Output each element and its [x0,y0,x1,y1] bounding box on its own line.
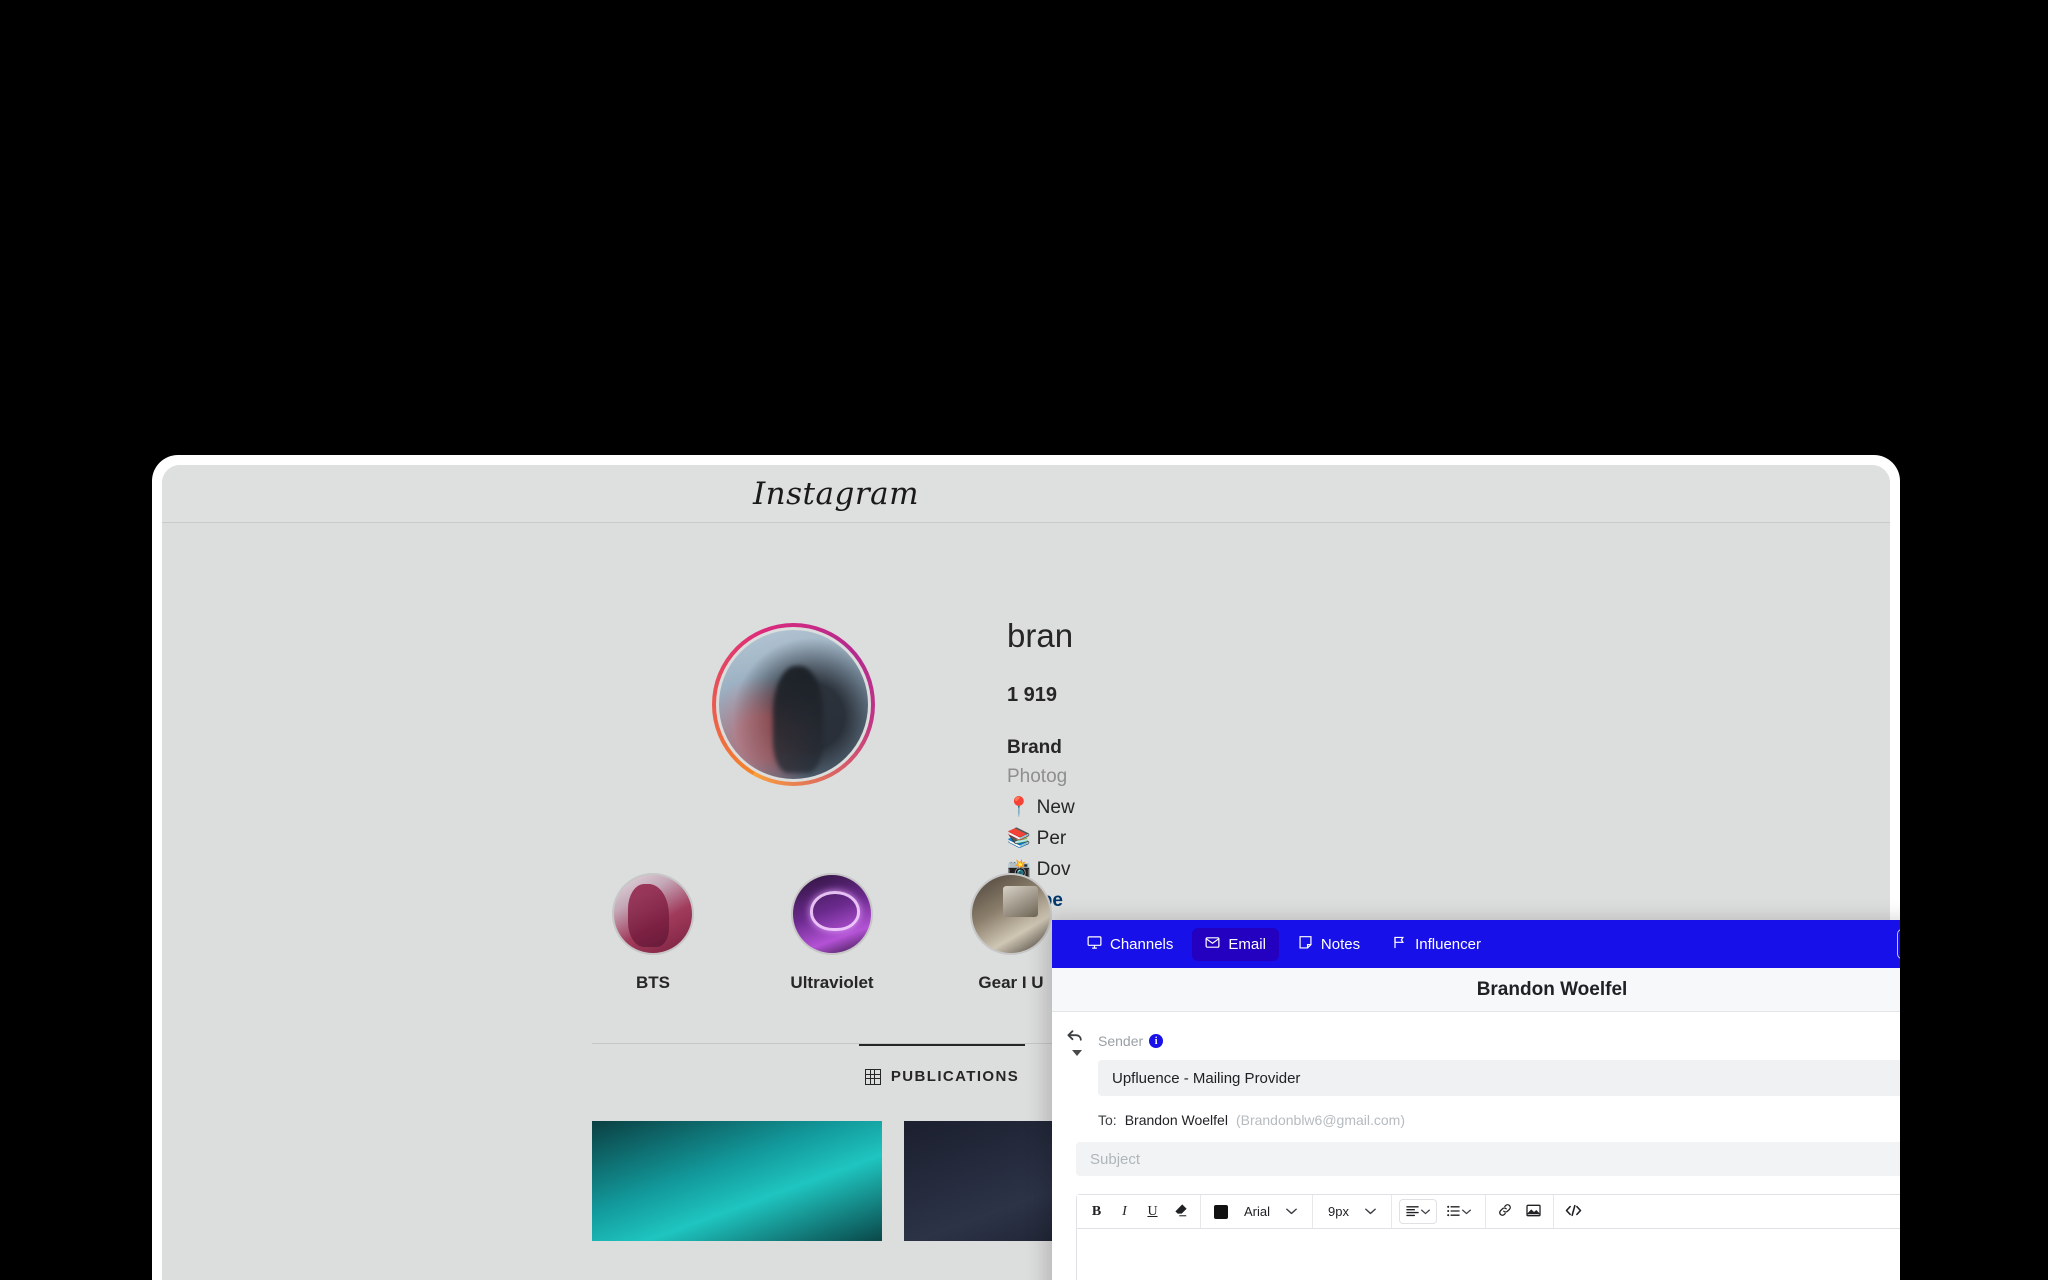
email-navbar: Channels Email Notes Influencer [1052,920,1900,968]
publication-thumbnail[interactable] [592,1121,882,1241]
sender-selected-value: Upfluence - Mailing Provider [1112,1069,1301,1087]
nav-tab-notes[interactable]: Notes [1285,928,1373,961]
bold-button[interactable]: B [1084,1199,1109,1224]
text-color-button[interactable] [1208,1199,1233,1224]
toolbar-group-size: 9px [1313,1195,1392,1228]
nav-tab-label: Notes [1320,935,1361,953]
subject-input[interactable]: Subject [1076,1142,1900,1176]
email-body-input[interactable] [1077,1229,1900,1280]
location-pin-icon: 📍 [1007,797,1031,818]
grid-icon [864,1068,881,1085]
toolbar-group-code [1554,1195,1593,1228]
to-label: To: [1098,1112,1117,1128]
rich-text-editor: B I U Arial 9px [1076,1194,1900,1280]
image-icon [1526,1204,1541,1220]
clear-format-button[interactable] [1168,1199,1193,1224]
recipient-email: (Brandonblw6@gmail.com) [1235,1112,1405,1128]
color-swatch-icon [1213,1204,1228,1219]
recipient-row: To: Brandon Woelfel (Brandonblw6@gmail.c… [1098,1112,1900,1128]
envelope-icon [1205,935,1220,954]
instagram-header: Instagram [162,465,1890,523]
tab-publications[interactable]: PUBLICATIONS [858,1044,1026,1103]
code-button[interactable] [1561,1199,1586,1224]
highlight-cover-gear [970,873,1052,955]
flag-icon [1392,935,1407,954]
align-left-icon [1406,1204,1419,1220]
highlight-label: Ultraviolet [790,973,874,992]
eraser-icon [1174,1203,1188,1220]
story-highlight-ultraviolet[interactable]: Ultraviolet [771,873,893,993]
info-icon[interactable]: i [1149,1034,1164,1048]
monitor-icon [1087,935,1102,954]
instagram-logo: Instagram [752,475,920,512]
font-size-value: 9px [1328,1204,1349,1219]
navbar-tabs: Channels Email Notes Influencer [1074,927,1494,961]
email-composer-panel: Channels Email Notes Influencer Brandon … [1052,920,1900,1280]
nav-tab-channels[interactable]: Channels [1074,928,1186,961]
chevron-down-icon [1462,1209,1471,1215]
bio-item-location: 📍 New [1007,795,1247,819]
subject-placeholder: Subject [1090,1150,1141,1168]
email-form: Sender i Cc Bcc Upfluence - Mailing Prov… [1052,1012,1900,1280]
bullet-list-icon [1447,1204,1460,1220]
nav-tab-email[interactable]: Email [1192,927,1279,961]
font-family-value: Arial [1244,1204,1271,1219]
nav-tab-label: Channels [1110,935,1174,953]
highlight-cover-ultraviolet [791,873,873,955]
highlight-cover-bts [612,873,694,955]
contact-name-title: Brandon Woelfel [1476,978,1628,1000]
navbar-actions: Move to [1896,929,1900,960]
books-icon: 📚 [1007,828,1031,849]
device-frame: Instagram bran 1 919 Brand Photog 📍 New 📚… [152,455,1900,1280]
underline-button[interactable]: U [1140,1199,1165,1224]
bio-item-books: 📚 Per [1007,826,1247,850]
list-button[interactable] [1440,1199,1478,1224]
profile-fullname: Brand [1007,737,1062,758]
profile-username: bran [1007,617,1074,654]
profile-avatar[interactable] [712,623,875,786]
toolbar-group-insert [1486,1195,1554,1228]
story-highlight-bts[interactable]: BTS [592,873,714,993]
reply-dropdown-caret[interactable] [1072,1050,1082,1056]
recipient-name[interactable]: Brandon Woelfel [1125,1112,1228,1128]
nav-tab-influencer[interactable]: Influencer [1379,928,1494,961]
link-button[interactable] [1493,1199,1518,1224]
avatar-image [716,627,871,782]
toolbar-group-format: B I U [1077,1195,1201,1228]
image-button[interactable] [1521,1199,1546,1224]
link-icon [1498,1203,1512,1220]
sender-label: Sender [1098,1033,1144,1049]
story-highlights: BTS Ultraviolet Gear I U [592,873,1072,993]
nav-tab-label: Influencer [1415,935,1481,953]
sender-select[interactable]: Upfluence - Mailing Provider [1098,1060,1900,1096]
contact-title-bar: Brandon Woelfel [1052,968,1900,1012]
profile-stats: 1 919 [1007,684,1058,706]
screen-root: Instagram bran 1 919 Brand Photog 📍 New 📚… [0,0,2048,1280]
nav-tab-label: Email [1228,935,1266,953]
font-family-select[interactable]: Arial [1236,1199,1305,1224]
chevron-down-icon [1421,1209,1430,1215]
editor-toolbar: B I U Arial 9px [1077,1195,1900,1229]
document-button[interactable] [1896,929,1900,959]
bio-books-text: Per [1036,828,1067,849]
chevron-down-icon [1365,1208,1376,1215]
toolbar-group-paragraph [1392,1195,1486,1228]
code-icon [1565,1204,1582,1220]
highlight-label: BTS [636,973,670,992]
align-button[interactable] [1398,1199,1437,1224]
italic-button[interactable]: I [1112,1199,1137,1224]
bio-location-text: New [1036,797,1075,818]
profile-info: bran 1 919 Brand Photog 📍New 📚Per 📸Dov a… [1007,619,1247,912]
sender-row: Sender i Cc Bcc [1067,1030,1900,1056]
reply-icon[interactable] [1066,1028,1088,1049]
chevron-down-icon [1286,1208,1297,1215]
note-icon [1298,935,1313,954]
profile-bio-line: Photog [1007,766,1068,787]
font-size-select[interactable]: 9px [1320,1199,1384,1224]
toolbar-group-font: Arial [1201,1195,1314,1228]
highlight-label: Gear I U [978,973,1044,992]
tab-publications-label: PUBLICATIONS [890,1068,1020,1085]
